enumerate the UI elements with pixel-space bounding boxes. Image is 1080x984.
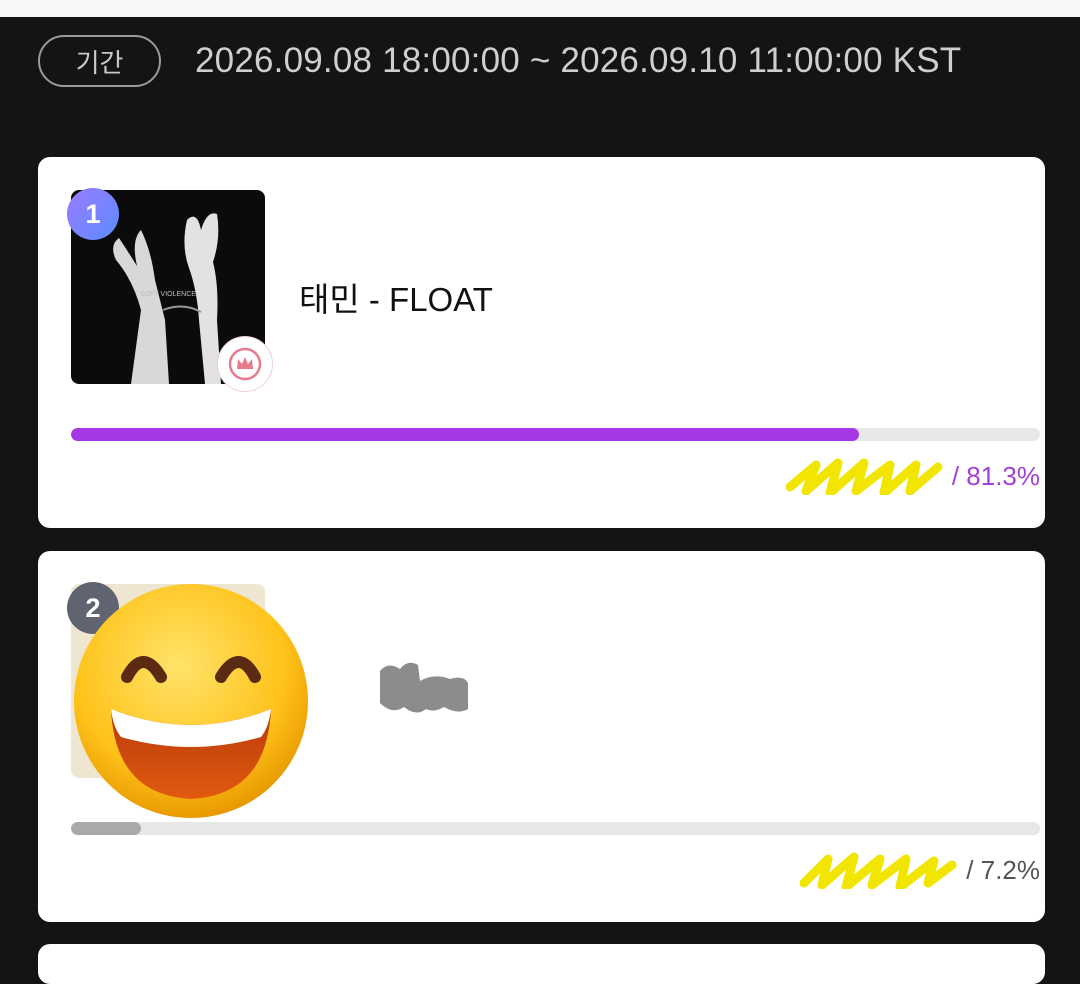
crown-icon: [218, 337, 272, 391]
ranking-card-3[interactable]: [38, 944, 1045, 984]
period-range: 2026.09.08 18:00:00 ~ 2026.09.10 11:00:0…: [195, 41, 962, 80]
vote-progress-bar: [71, 428, 1040, 441]
album-cover-text: SOFT VIOLENCE: [140, 291, 196, 298]
ranking-card-2[interactable]: 2 / 7.2%: [38, 551, 1045, 922]
top-strip: [0, 0, 1080, 17]
vote-summary: / 81.3%: [785, 457, 1040, 498]
redaction-scribble: [785, 457, 946, 498]
vote-percent: / 81.3%: [951, 460, 1040, 491]
period-row: 기간 2026.09.08 18:00:00 ~ 2026.09.10 11:0…: [38, 35, 961, 87]
vote-progress-fill: [71, 822, 141, 835]
rank-badge: 1: [67, 188, 119, 240]
grinning-face-emoji: [71, 581, 311, 821]
vote-progress-bar: [71, 822, 1040, 835]
vote-progress-fill: [71, 428, 859, 441]
blurred-song-title: [378, 651, 478, 721]
redaction-scribble: [799, 851, 960, 892]
period-label-badge: 기간: [38, 35, 161, 87]
ranking-card-1[interactable]: SOFT VIOLENCE 1 태민 - FLOAT / 81.3%: [38, 157, 1045, 528]
vote-percent: / 7.2%: [966, 854, 1040, 885]
vote-summary: / 7.2%: [799, 851, 1040, 892]
song-title: 태민 - FLOAT: [299, 281, 493, 318]
